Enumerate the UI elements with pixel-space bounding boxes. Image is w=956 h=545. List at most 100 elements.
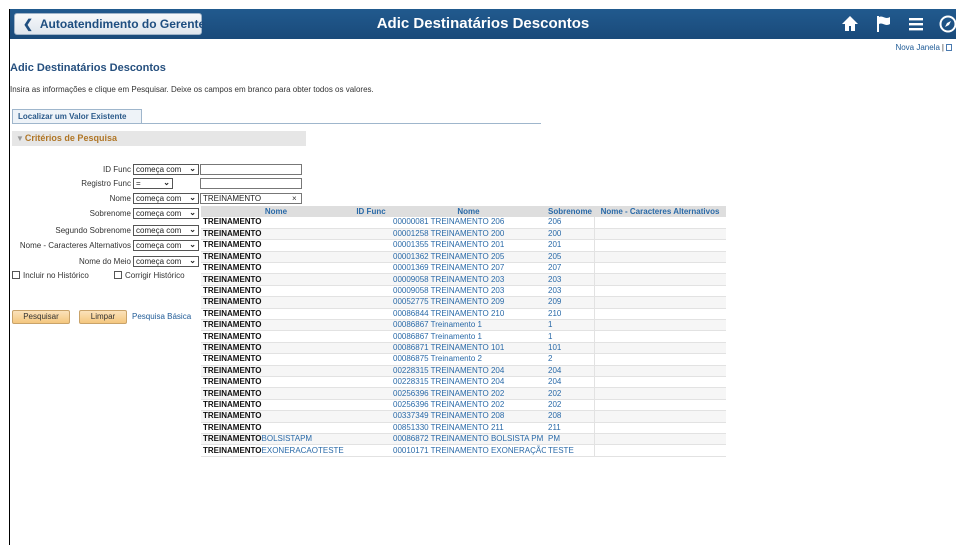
search-criteria-header[interactable]: ▼Critérios de Pesquisa bbox=[12, 131, 306, 146]
clear-button[interactable]: Limpar bbox=[79, 310, 127, 324]
table-row[interactable]: TREINAMENTO 00256396 TREINAMENTO 202 202 bbox=[201, 387, 726, 400]
help-icon[interactable] bbox=[946, 44, 952, 51]
cell-sobrenome: 202 bbox=[546, 399, 594, 412]
cell-id-nome: 00086844 TREINAMENTO 210 bbox=[391, 308, 546, 321]
chevron-left-icon: ❮ bbox=[23, 17, 34, 31]
cell-nome: TREINAMENTO bbox=[201, 353, 391, 366]
table-row[interactable]: TREINAMENTO 00086844 TREINAMENTO 210 210 bbox=[201, 308, 726, 321]
home-icon[interactable] bbox=[840, 14, 862, 34]
operator-select-sobrenome[interactable]: começa com ⌄ bbox=[133, 208, 199, 219]
include-history-checkbox[interactable]: Incluir no Histórico bbox=[12, 271, 89, 280]
cell-sobrenome: TESTE bbox=[546, 444, 594, 457]
cell-nome-alternativo bbox=[593, 296, 726, 309]
cell-nome: TREINAMENTO bbox=[201, 239, 391, 252]
cell-id-nome: 00001355 TREINAMENTO 201 bbox=[391, 239, 546, 252]
cell-nome: TREINAMENTO bbox=[201, 342, 391, 355]
table-row[interactable]: TREINAMENTO 00228315 TREINAMENTO 204 204 bbox=[201, 376, 726, 389]
value-input-nome[interactable]: TREINAMENTO bbox=[200, 193, 302, 204]
cell-nome-alternativo bbox=[593, 262, 726, 275]
cell-id-nome: 00086867 Treinamento 1 bbox=[391, 319, 546, 332]
checkbox-box bbox=[12, 271, 20, 279]
search-button[interactable]: Pesquisar bbox=[12, 310, 70, 324]
value-input-registro-func[interactable] bbox=[200, 178, 302, 189]
table-row[interactable]: TREINAMENTO 00851330 TREINAMENTO 211 211 bbox=[201, 422, 726, 434]
top-bar: ❮ Autoatendimento do Gerente Adic Destin… bbox=[10, 9, 956, 39]
column-header-nome-caracteres-alternativos: Nome - Caracteres Alternativos bbox=[594, 206, 726, 217]
cell-nome: TREINAMENTO bbox=[201, 308, 391, 321]
table-row[interactable]: TREINAMENTO 00001369 TREINAMENTO 207 207 bbox=[201, 262, 726, 275]
clear-input-icon[interactable]: × bbox=[292, 194, 297, 203]
back-button[interactable]: ❮ Autoatendimento do Gerente bbox=[14, 13, 205, 35]
table-row[interactable]: TREINAMENTO 00001258 TREINAMENTO 200 200 bbox=[201, 228, 726, 241]
cell-sobrenome: 208 bbox=[546, 410, 594, 423]
cell-nome: TREINAMENTO bbox=[201, 422, 391, 434]
table-row[interactable]: TREINAMENTO 00086867 Treinamento 11 bbox=[201, 330, 726, 343]
cell-nome: TREINAMENTO bbox=[201, 330, 391, 343]
cell-nome: TREINAMENTO bbox=[201, 228, 391, 241]
cell-nome: TREINAMENTO bbox=[201, 410, 391, 423]
cell-nome: TREINAMENTO bbox=[201, 217, 391, 229]
cell-sobrenome: 203 bbox=[546, 273, 594, 286]
table-row[interactable]: TREINAMENTO 00001362 TREINAMENTO 205 205 bbox=[201, 251, 726, 264]
operator-select-registro-func[interactable]: = ⌄ bbox=[133, 178, 173, 189]
table-row[interactable]: TREINAMENTO 00001355 TREINAMENTO 201 201 bbox=[201, 239, 726, 252]
table-row[interactable]: TREINAMENTO 00052775 TREINAMENTO 209 209 bbox=[201, 296, 726, 309]
cell-sobrenome: PM bbox=[546, 433, 594, 446]
cell-id-nome: 00009058 TREINAMENTO 203 bbox=[391, 285, 546, 298]
search-criteria-label: Critérios de Pesquisa bbox=[24, 133, 117, 143]
correct-history-checkbox[interactable]: Corrigir Histórico bbox=[114, 271, 185, 280]
cell-sobrenome: 206 bbox=[546, 217, 594, 229]
cell-id-nome: 00337349 TREINAMENTO 208 bbox=[391, 410, 546, 423]
cell-nome-alternativo bbox=[593, 410, 726, 423]
table-row[interactable]: TREINAMENTO 00009058 TREINAMENTO 203 203 bbox=[201, 285, 726, 298]
new-window-link[interactable]: Nova Janela bbox=[895, 43, 939, 52]
basic-search-link[interactable]: Pesquisa Básica bbox=[132, 312, 191, 321]
field-label-registro-func: Registro Func bbox=[81, 179, 131, 188]
table-row[interactable]: TREINAMENTOEXONERACAOTESTE 00010171 TREIN… bbox=[201, 444, 726, 457]
results-body: TREINAMENTO 00000081 TREINAMENTO 206 206 TR… bbox=[201, 217, 726, 457]
cell-nome: TREINAMENTO bbox=[201, 376, 391, 389]
cell-id-nome: 00256396 TREINAMENTO 202 bbox=[391, 399, 546, 412]
collapse-triangle-icon: ▼ bbox=[16, 134, 24, 143]
table-row[interactable]: TREINAMENTO 00000081 TREINAMENTO 206 206 bbox=[201, 217, 726, 229]
cell-id-nome: 00010171 TREINAMENTO EXONERAÇÃO TESTE bbox=[391, 444, 546, 457]
table-row[interactable]: TREINAMENTOBOLSISTAPM 00086872 TREINAMENT… bbox=[201, 433, 726, 446]
cell-sobrenome: 201 bbox=[546, 239, 594, 252]
table-row[interactable]: TREINAMENTO 00256396 TREINAMENTO 202 202 bbox=[201, 399, 726, 412]
cell-nome: TREINAMENTO bbox=[201, 296, 391, 309]
cell-id-nome: 00228315 TREINAMENTO 204 bbox=[391, 376, 546, 389]
cell-nome-alternativo bbox=[593, 308, 726, 321]
cell-sobrenome: 203 bbox=[546, 285, 594, 298]
cell-id-nome: 00052775 TREINAMENTO 209 bbox=[391, 296, 546, 309]
operator-select-nome-do-meio[interactable]: começa com ⌄ bbox=[133, 256, 199, 267]
operator-select-nome[interactable]: começa com ⌄ bbox=[133, 193, 199, 204]
cell-sobrenome: 204 bbox=[546, 376, 594, 389]
cell-id-nome: 00228315 TREINAMENTO 204 bbox=[391, 365, 546, 377]
cell-nome: TREINAMENTO bbox=[201, 273, 391, 286]
cell-nome-alternativo bbox=[593, 330, 726, 343]
table-row[interactable]: TREINAMENTO 00009058 TREINAMENTO 203 203 bbox=[201, 273, 726, 286]
cell-nome-alternativo bbox=[593, 285, 726, 298]
hamburger-menu-icon[interactable] bbox=[906, 14, 928, 34]
operator-select-segundo-sobrenome[interactable]: começa com ⌄ bbox=[133, 225, 199, 236]
table-row[interactable]: TREINAMENTO 00337349 TREINAMENTO 208 208 bbox=[201, 410, 726, 423]
column-header-nome-completo: Nome bbox=[391, 206, 546, 217]
cell-nome-alternativo bbox=[593, 217, 726, 229]
cell-nome: TREINAMENTO bbox=[201, 387, 391, 400]
navbar-compass-icon[interactable] bbox=[938, 14, 956, 34]
flag-icon[interactable] bbox=[874, 14, 896, 34]
table-row[interactable]: TREINAMENTO 00086871 TREINAMENTO 101 101 bbox=[201, 342, 726, 355]
cell-sobrenome: 101 bbox=[546, 342, 594, 355]
new-window-link-area: Nova Janela | bbox=[895, 43, 952, 52]
table-row[interactable]: TREINAMENTO 00086867 Treinamento 11 bbox=[201, 319, 726, 332]
value-input-id-func[interactable] bbox=[200, 164, 302, 175]
cell-nome: TREINAMENTOBOLSISTAPM bbox=[201, 433, 391, 446]
cell-nome: TREINAMENTO bbox=[201, 399, 391, 412]
operator-select-id-func[interactable]: começa com ⌄ bbox=[133, 164, 199, 175]
cell-nome: TREINAMENTO bbox=[201, 319, 391, 332]
operator-select-nome-caracteres-alternativos[interactable]: começa com ⌄ bbox=[133, 240, 199, 251]
checkbox-box bbox=[114, 271, 122, 279]
table-row[interactable]: TREINAMENTO 00086875 Treinamento 22 bbox=[201, 353, 726, 366]
tab-find-existing-value[interactable]: Localizar um Valor Existente bbox=[12, 109, 142, 123]
table-row[interactable]: TREINAMENTO 00228315 TREINAMENTO 204 204 bbox=[201, 365, 726, 377]
